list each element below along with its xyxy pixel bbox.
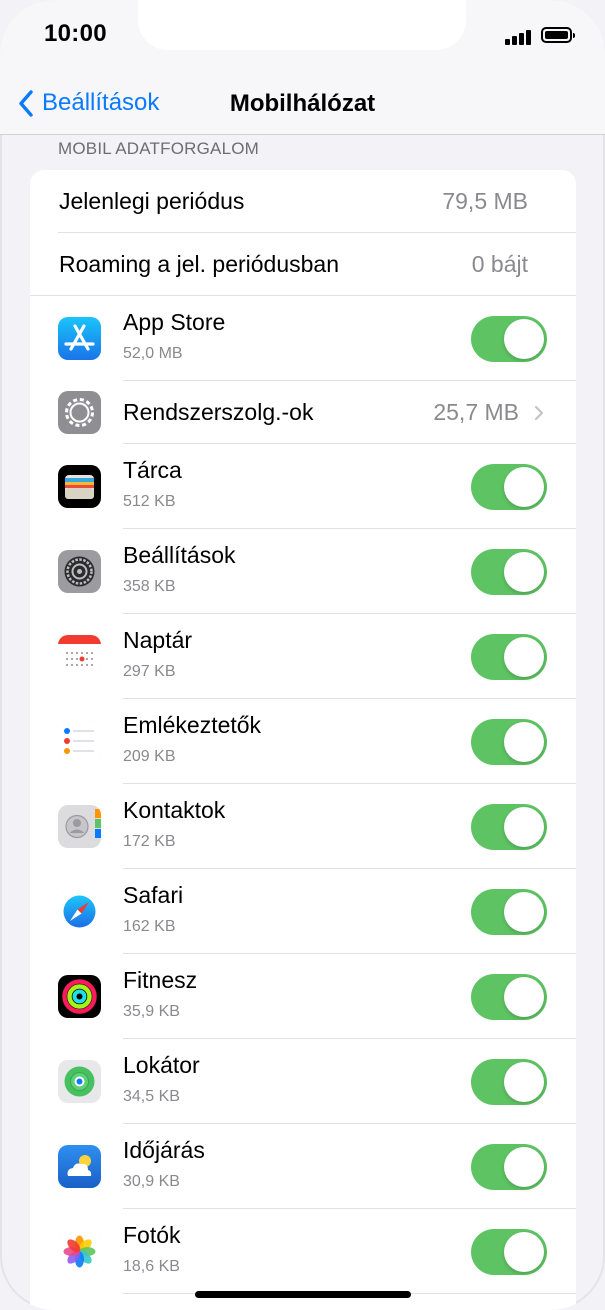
app-data-size: 34,5 KB: [123, 1088, 180, 1105]
app-name: Safari: [123, 882, 184, 908]
toggle-knob: [504, 1062, 544, 1102]
section-header: MOBIL ADATFORGALOM: [58, 139, 260, 158]
photos-icon: [58, 1230, 101, 1273]
app-data-size: 52,0 MB: [123, 345, 183, 362]
app-name: Naptár: [123, 627, 193, 653]
reminders-icon: [58, 720, 101, 763]
app-row-safari: Safari 162 KB: [30, 869, 576, 954]
weather-icon: [58, 1145, 101, 1188]
app-name: Fitnesz: [123, 967, 198, 993]
current-period-value: 79,5 MB: [442, 188, 528, 214]
reminders-toggle[interactable]: [471, 719, 547, 765]
app-row-reminders: Emlékeztetők 209 KB: [30, 699, 576, 784]
app-row-system-services[interactable]: Rendszerszolg.-ok 25,7 MB: [30, 381, 576, 444]
settings-icon: [58, 550, 101, 593]
app-name: Beállítások: [123, 542, 236, 568]
app-name: Lokátor: [123, 1052, 200, 1078]
contacts-icon: [58, 805, 101, 848]
app-row-weather: Időjárás 30,9 KB: [30, 1124, 576, 1209]
toggle-knob: [504, 807, 544, 847]
roaming-period-value: 0 bájt: [471, 251, 528, 277]
system-services-icon: [58, 391, 101, 434]
toggle-knob: [504, 467, 544, 507]
app-row-photos: Fotók 18,6 KB: [30, 1209, 576, 1294]
app-name: Tárca: [123, 457, 182, 483]
phone-screen: 10:00 Beállítások Mobilhálózat MOBIL ADA…: [0, 0, 605, 1310]
home-indicator[interactable]: [195, 1291, 411, 1298]
find-my-toggle[interactable]: [471, 1059, 547, 1105]
toggle-knob: [504, 319, 544, 359]
battery-icon: [541, 27, 575, 43]
contacts-toggle[interactable]: [471, 804, 547, 850]
app-row-settings: Beállítások 358 KB: [30, 529, 576, 614]
calendar-icon: [58, 635, 101, 678]
app-row-contacts: Kontaktok 172 KB: [30, 784, 576, 869]
toggle-knob: [504, 552, 544, 592]
page-title: Mobilhálózat: [229, 90, 376, 117]
app-store-icon: [58, 317, 101, 360]
app-data-size: 162 KB: [123, 918, 176, 935]
fitness-toggle[interactable]: [471, 974, 547, 1020]
safari-icon: [58, 890, 101, 933]
cellular-data-list: Jelenlegi periódus 79,5 MB Roaming a jel…: [30, 170, 576, 1310]
toggle-knob: [504, 892, 544, 932]
app-data-size: 512 KB: [123, 493, 176, 510]
app-row-app-store: App Store 52,0 MB: [30, 296, 576, 381]
chevron-right-icon: [534, 405, 544, 421]
current-period-label: Jelenlegi periódus: [59, 188, 245, 214]
find-my-icon: [58, 1060, 101, 1103]
wallet-toggle[interactable]: [471, 464, 547, 510]
app-name: Időjárás: [123, 1137, 205, 1163]
app-name: App Store: [123, 309, 226, 335]
app-data-size: 297 KB: [123, 663, 176, 680]
notch: [138, 0, 466, 50]
status-bar: 10:00: [0, 0, 605, 70]
navigation-bar: Beállítások Mobilhálózat: [0, 70, 605, 135]
toggle-knob: [504, 1147, 544, 1187]
app-store-toggle[interactable]: [471, 316, 547, 362]
status-time: 10:00: [44, 20, 107, 47]
app-data-size: 358 KB: [123, 578, 176, 595]
app-row-calendar: Naptár 297 KB: [30, 614, 576, 699]
toggle-knob: [504, 637, 544, 677]
app-data-size: 35,9 KB: [123, 1003, 180, 1020]
toggle-knob: [504, 722, 544, 762]
app-name: Rendszerszolg.-ok: [123, 399, 314, 425]
app-row-fitness: Fitnesz 35,9 KB: [30, 954, 576, 1039]
app-name: Fotók: [123, 1222, 181, 1248]
cellular-signal-icon: [505, 27, 535, 45]
app-name: Kontaktok: [123, 797, 226, 823]
app-data-size: 172 KB: [123, 833, 176, 850]
calendar-toggle[interactable]: [471, 634, 547, 680]
app-data-size: 18,6 KB: [123, 1258, 180, 1275]
app-data-size: 209 KB: [123, 748, 176, 765]
roaming-period-row: Roaming a jel. periódusban 0 bájt: [30, 233, 576, 296]
current-period-row: Jelenlegi periódus 79,5 MB: [30, 170, 576, 233]
toggle-knob: [504, 1232, 544, 1272]
weather-toggle[interactable]: [471, 1144, 547, 1190]
app-row-wallet: Tárca 512 KB: [30, 444, 576, 529]
toggle-knob: [504, 977, 544, 1017]
photos-toggle[interactable]: [471, 1229, 547, 1275]
roaming-period-label: Roaming a jel. periódusban: [59, 251, 340, 277]
fitness-icon: [58, 975, 101, 1018]
safari-toggle[interactable]: [471, 889, 547, 935]
app-row-find-my: Lokátor 34,5 KB: [30, 1039, 576, 1124]
app-data-size: 30,9 KB: [123, 1173, 180, 1190]
settings-toggle[interactable]: [471, 549, 547, 595]
app-name: Emlékeztetők: [123, 712, 262, 738]
app-data-size: 25,7 MB: [433, 399, 519, 425]
wallet-icon: [58, 465, 101, 508]
